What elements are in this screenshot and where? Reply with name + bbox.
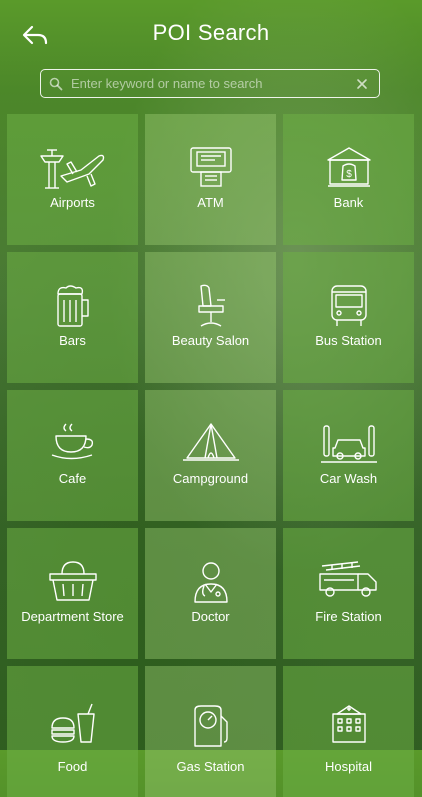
tile-fire-station[interactable]: Fire Station [283, 528, 414, 659]
salon-chair-icon [197, 284, 225, 327]
tile-label: Fire Station [315, 609, 382, 624]
search-input[interactable] [71, 71, 345, 96]
tile-cafe[interactable]: Cafe [7, 390, 138, 521]
tile-airports[interactable]: Airports [7, 114, 138, 245]
clear-button[interactable] [345, 70, 379, 97]
tile-label: Cafe [58, 471, 87, 486]
category-grid: Airports ATM $ Bank Bars Beauty Salon Bu… [7, 114, 414, 797]
tile-doctor[interactable]: Doctor [145, 528, 276, 659]
clear-icon [357, 78, 367, 89]
tile-label: Bars [59, 333, 86, 348]
tile-campground[interactable]: Campground [145, 390, 276, 521]
header: POI Search [0, 0, 422, 66]
tent-icon [182, 423, 239, 461]
tile-label: Department Store [21, 609, 124, 624]
tile-label: Doctor [191, 609, 230, 624]
airport-icon [39, 149, 104, 189]
tile-hospital[interactable]: Hospital [283, 666, 414, 797]
search-bar [40, 69, 380, 98]
fire-truck-icon [318, 561, 377, 597]
shopping-basket-icon [48, 561, 97, 601]
bank-icon: $ [326, 147, 371, 187]
bus-icon [330, 285, 367, 326]
svg-text:$: $ [346, 169, 352, 180]
tile-label: Beauty Salon [171, 333, 250, 348]
coffee-cup-icon [51, 423, 93, 460]
beer-mug-icon [56, 285, 89, 327]
tile-atm[interactable]: ATM [145, 114, 276, 245]
tile-department-store[interactable]: Department Store [7, 528, 138, 659]
tile-label: Gas Station [176, 759, 245, 774]
tile-label: ATM [197, 195, 224, 210]
food-icon [50, 703, 95, 743]
tile-label: Hospital [325, 759, 372, 774]
tile-label: Campground [172, 471, 249, 486]
tile-bars[interactable]: Bars [7, 252, 138, 383]
car-wash-icon [320, 425, 377, 463]
tile-label: Bus Station [315, 333, 382, 348]
tile-gas-station[interactable]: Gas Station [145, 666, 276, 797]
tile-label: Car Wash [319, 471, 378, 486]
search-icon [41, 70, 71, 97]
hospital-icon [331, 705, 366, 743]
page-title: POI Search [152, 20, 270, 45]
tile-food[interactable]: Food [7, 666, 138, 797]
tile-label: Airports [50, 195, 95, 210]
doctor-icon [193, 562, 228, 603]
tile-bus-station[interactable]: Bus Station [283, 252, 414, 383]
tile-beauty-salon[interactable]: Beauty Salon [145, 252, 276, 383]
atm-icon [189, 147, 232, 187]
tile-label: Food [57, 759, 88, 774]
tile-bank[interactable]: $ Bank [283, 114, 414, 245]
gas-pump-icon [193, 705, 228, 747]
tile-label: Bank [333, 195, 364, 210]
tile-car-wash[interactable]: Car Wash [283, 390, 414, 521]
